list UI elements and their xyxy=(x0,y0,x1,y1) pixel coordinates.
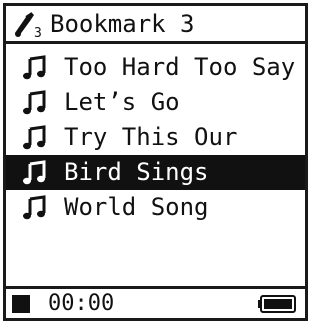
list-header: 3 Bookmark 3 xyxy=(6,6,305,44)
music-note-icon xyxy=(20,194,50,222)
track-row[interactable]: Let’s Go xyxy=(6,85,305,120)
battery-icon xyxy=(257,293,297,315)
music-note-icon xyxy=(20,89,50,117)
track-title: Try This Our xyxy=(64,123,238,151)
track-list[interactable]: Too Hard Too Say Let’s Go Try This Our Bird… xyxy=(6,50,305,225)
bookmark-number: 3 xyxy=(34,26,42,39)
track-title: Bird Sings xyxy=(64,158,209,186)
music-note-icon xyxy=(20,54,50,82)
stop-icon xyxy=(12,294,30,313)
player-screen: 3 Bookmark 3 Too Hard Too Say Let’s Go Try… xyxy=(3,3,308,321)
track-title: Let’s Go xyxy=(64,88,180,116)
track-row-selected[interactable]: Bird Sings xyxy=(6,155,305,190)
bookmark-title: Bookmark 3 xyxy=(50,9,195,38)
track-row[interactable]: Too Hard Too Say xyxy=(6,50,305,85)
track-title: World Song xyxy=(64,193,209,221)
music-note-icon xyxy=(20,159,50,187)
music-note-icon xyxy=(20,124,50,152)
status-bar: 00:00 xyxy=(6,286,305,318)
bookmark-music-icon: 3 xyxy=(12,9,48,39)
track-row[interactable]: Try This Our xyxy=(6,120,305,155)
playback-time: 00:00 xyxy=(48,290,115,316)
track-row[interactable]: World Song xyxy=(6,190,305,225)
track-title: Too Hard Too Say xyxy=(64,53,296,81)
